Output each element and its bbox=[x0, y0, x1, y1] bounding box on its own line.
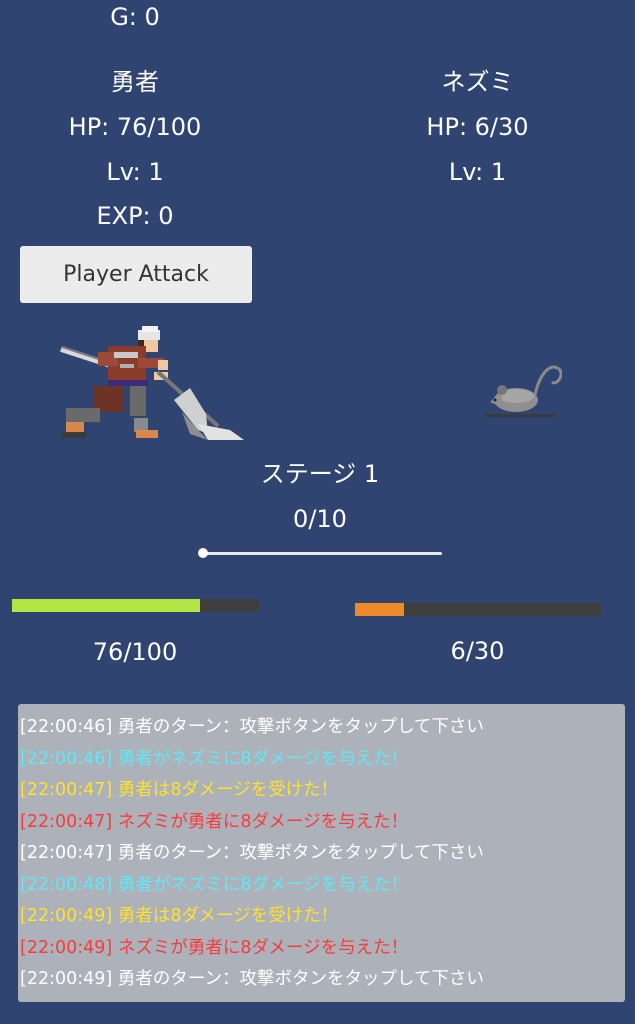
player-name: 勇者 bbox=[111, 68, 159, 96]
log-timestamp: [22:00:47] bbox=[20, 780, 118, 800]
stage-progress-text: 0/10 bbox=[293, 505, 347, 533]
log-message: 勇者のターン：攻撃ボタンをタップして下さい bbox=[117, 717, 484, 737]
log-message: ネズミが勇者に8ダメージを与えた！ bbox=[117, 937, 409, 958]
log-timestamp: [22:00:48] bbox=[20, 874, 118, 895]
enemy-name: ネズミ bbox=[441, 68, 514, 96]
player-level: Lv: 1 bbox=[106, 158, 164, 186]
log-entry: [22:00:46] 勇者がネズミに8ダメージを与えた！ bbox=[20, 744, 625, 776]
player-hp-bar bbox=[12, 599, 259, 612]
rat-sprite bbox=[484, 365, 562, 417]
log-entry: [22:00:47] ネズミが勇者に8ダメージを与えた！ bbox=[20, 807, 625, 839]
log-message: 勇者のターン：攻撃ボタンをタップして下さい bbox=[117, 843, 484, 863]
log-entry: [22:00:47] 勇者のターン：攻撃ボタンをタップして下さい bbox=[20, 838, 625, 870]
log-entry: [22:00:49] ネズミが勇者に8ダメージを与えた！ bbox=[20, 933, 625, 965]
stage-progress-slider[interactable] bbox=[198, 546, 444, 562]
log-message: 勇者は8ダメージを受けた！ bbox=[117, 906, 339, 926]
log-timestamp: [22:00:46] bbox=[20, 748, 118, 769]
log-timestamp: [22:00:46] bbox=[20, 717, 118, 737]
log-entry: [22:00:48] 勇者がネズミに8ダメージを与えた！ bbox=[20, 870, 625, 902]
enemy-hp-bar-text: 6/30 bbox=[450, 637, 505, 665]
player-hp-bar-text: 76/100 bbox=[92, 638, 178, 666]
enemy-hp-fill bbox=[355, 603, 405, 616]
player-attack-button[interactable]: Player Attack bbox=[20, 246, 252, 303]
hero-sprite bbox=[60, 326, 244, 440]
log-timestamp: [22:00:47] bbox=[20, 843, 118, 863]
battle-log-list: [22:00:46] 勇者のターン：攻撃ボタンをタップして下さい [22:00:4… bbox=[20, 712, 625, 996]
log-entry: [22:00:49] 勇者のターン：攻撃ボタンをタップして下さい bbox=[20, 964, 625, 996]
log-message: 勇者がネズミに8ダメージを与えた！ bbox=[117, 874, 409, 895]
stage-title: ステージ 1 bbox=[260, 460, 380, 488]
gold-counter: G: 0 bbox=[110, 3, 160, 31]
player-exp: EXP: 0 bbox=[96, 202, 174, 230]
battle-log-panel[interactable]: [22:00:46] 勇者のターン：攻撃ボタンをタップして下さい [22:00:4… bbox=[18, 704, 625, 1002]
log-timestamp: [22:00:49] bbox=[20, 969, 118, 989]
log-entry: [22:00:49] 勇者は8ダメージを受けた！ bbox=[20, 901, 625, 933]
log-entry: [22:00:47] 勇者は8ダメージを受けた！ bbox=[20, 775, 625, 807]
log-timestamp: [22:00:47] bbox=[20, 811, 118, 832]
player-hp-text: HP: 76/100 bbox=[68, 113, 202, 141]
player-hp-fill bbox=[12, 599, 200, 612]
log-message: 勇者がネズミに8ダメージを与えた！ bbox=[117, 748, 409, 769]
slider-handle[interactable] bbox=[198, 548, 208, 558]
log-message: 勇者のターン：攻撃ボタンをタップして下さい bbox=[117, 969, 484, 989]
enemy-hp-bar bbox=[355, 603, 601, 616]
slider-track bbox=[204, 552, 442, 555]
log-timestamp: [22:00:49] bbox=[20, 937, 118, 958]
log-message: 勇者は8ダメージを受けた！ bbox=[117, 780, 339, 800]
log-timestamp: [22:00:49] bbox=[20, 906, 118, 926]
enemy-level: Lv: 1 bbox=[448, 158, 507, 186]
enemy-hp-text: HP: 6/30 bbox=[426, 113, 529, 141]
log-entry: [22:00:46] 勇者のターン：攻撃ボタンをタップして下さい bbox=[20, 712, 625, 744]
log-message: ネズミが勇者に8ダメージを与えた！ bbox=[117, 811, 409, 832]
